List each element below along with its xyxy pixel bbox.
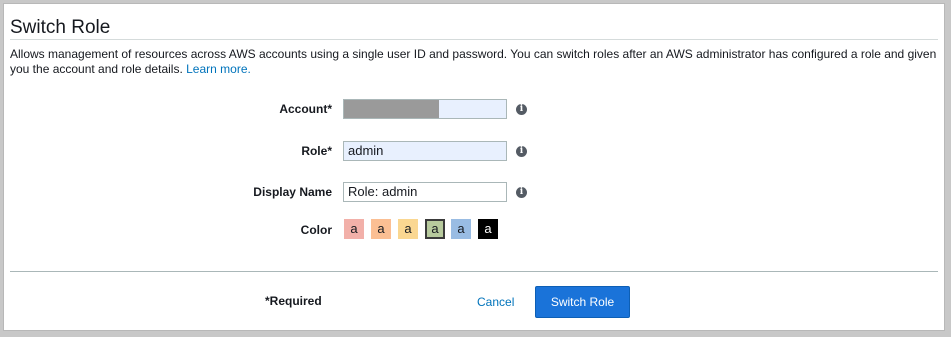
account-input[interactable]	[343, 99, 507, 119]
learn-more-link[interactable]: Learn more.	[186, 62, 251, 76]
page-description: Allows management of resources across AW…	[10, 47, 940, 77]
color-swatch-red[interactable]: a	[344, 219, 364, 239]
display-name-info-icon[interactable]: i	[516, 187, 527, 198]
role-label: Role*	[301, 144, 332, 158]
role-info-icon[interactable]: i	[516, 146, 527, 157]
display-name-input[interactable]: Role: admin	[343, 182, 507, 202]
footer-divider	[10, 271, 938, 272]
page-title: Switch Role	[10, 17, 111, 38]
color-swatch-black[interactable]: a	[478, 219, 498, 239]
switch-role-panel: Switch Role Allows management of resourc…	[3, 3, 945, 331]
switch-role-button[interactable]: Switch Role	[535, 286, 630, 318]
account-info-icon[interactable]: i	[516, 104, 527, 115]
role-input[interactable]: admin	[343, 141, 507, 161]
color-swatch-green-selected[interactable]: a	[425, 219, 445, 239]
description-text: Allows management of resources across AW…	[10, 47, 937, 76]
account-label: Account*	[279, 102, 332, 116]
display-name-label: Display Name	[253, 185, 332, 199]
color-swatch-blue[interactable]: a	[451, 219, 471, 239]
required-note: *Required	[265, 294, 322, 308]
color-swatch-yellow[interactable]: a	[398, 219, 418, 239]
title-divider	[10, 39, 938, 40]
account-redacted-value	[344, 100, 439, 118]
color-swatch-orange[interactable]: a	[371, 219, 391, 239]
cancel-button[interactable]: Cancel	[477, 295, 514, 309]
color-label: Color	[300, 223, 332, 237]
